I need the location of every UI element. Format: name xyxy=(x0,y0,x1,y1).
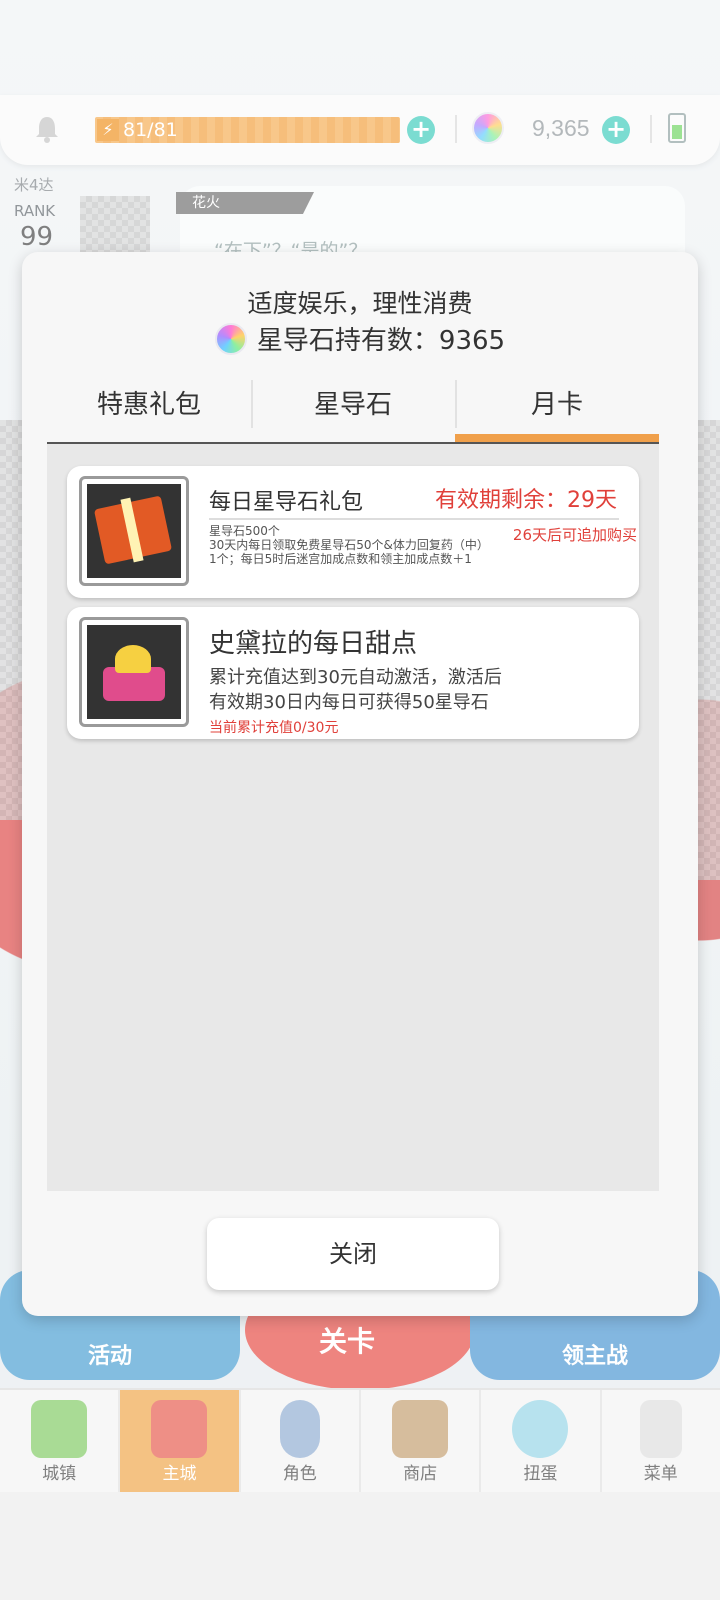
cake-icon xyxy=(79,617,189,727)
star-stone-icon xyxy=(214,322,247,355)
shop-tabs: 特惠礼包 星导石 月卡 xyxy=(47,380,659,446)
recharge-progress-note: 当前累计充值0/30元 xyxy=(209,720,339,736)
gem-holding-text: 星导石持有数：9365 xyxy=(256,326,506,356)
dialog-header: 适度娱乐，理性消费 星导石持有数：9365 xyxy=(22,252,698,362)
daily-dessert-card[interactable]: 史黛拉的每日甜点 累计充值达到30元自动激活，激活后 有效期30日内每日可获得5… xyxy=(67,607,639,739)
validity-remaining: 有效期剩余：29天 xyxy=(435,488,617,513)
repurchase-note: 26天后可追加购买 xyxy=(512,526,637,544)
close-button[interactable]: 关闭 xyxy=(207,1218,499,1290)
cake-art xyxy=(87,625,181,719)
tab-special-packs[interactable]: 特惠礼包 xyxy=(47,380,251,446)
gem-holding-row: 星导石持有数：9365 xyxy=(22,320,698,357)
card-description: 累计充值达到30元自动激活，激活后 有效期30日内每日可获得50星导石 xyxy=(209,665,502,715)
description-line: 星导石500个 xyxy=(209,524,280,538)
gift-box-icon xyxy=(79,476,189,586)
card-title: 史黛拉的每日甜点 xyxy=(209,629,418,659)
description-line: 累计充值达到30元自动激活，激活后 xyxy=(209,667,502,688)
card-divider xyxy=(209,518,619,520)
daily-gem-pack-card[interactable]: 每日星导石礼包 有效期剩余：29天 星导石500个 30天内每日领取免费星导石5… xyxy=(67,466,639,598)
description-line: 有效期30日内每日可获得50星导石 xyxy=(209,692,489,713)
tab-monthly-card[interactable]: 月卡 xyxy=(455,380,659,446)
dialog-title: 适度娱乐，理性消费 xyxy=(247,289,473,318)
purchase-dialog: 适度娱乐，理性消费 星导石持有数：9365 特惠礼包 星导石 月卡 每日星导石礼… xyxy=(22,252,698,1316)
tab-star-stones[interactable]: 星导石 xyxy=(251,380,455,446)
card-description: 星导石500个 30天内每日领取免费星导石50个&体力回复药（中） 1个；每日5… xyxy=(209,524,489,566)
description-line: 30天内每日领取免费星导石50个&体力回复药（中） xyxy=(209,538,489,552)
card-title: 每日星导石礼包 xyxy=(209,490,364,515)
description-line: 1个；每日5时后迷宫加成点数和领主加成点数＋1 xyxy=(209,552,472,566)
monthly-card-list: 每日星导石礼包 有效期剩余：29天 星导石500个 30天内每日领取免费星导石5… xyxy=(47,444,659,1191)
gift-box-art xyxy=(87,484,181,578)
